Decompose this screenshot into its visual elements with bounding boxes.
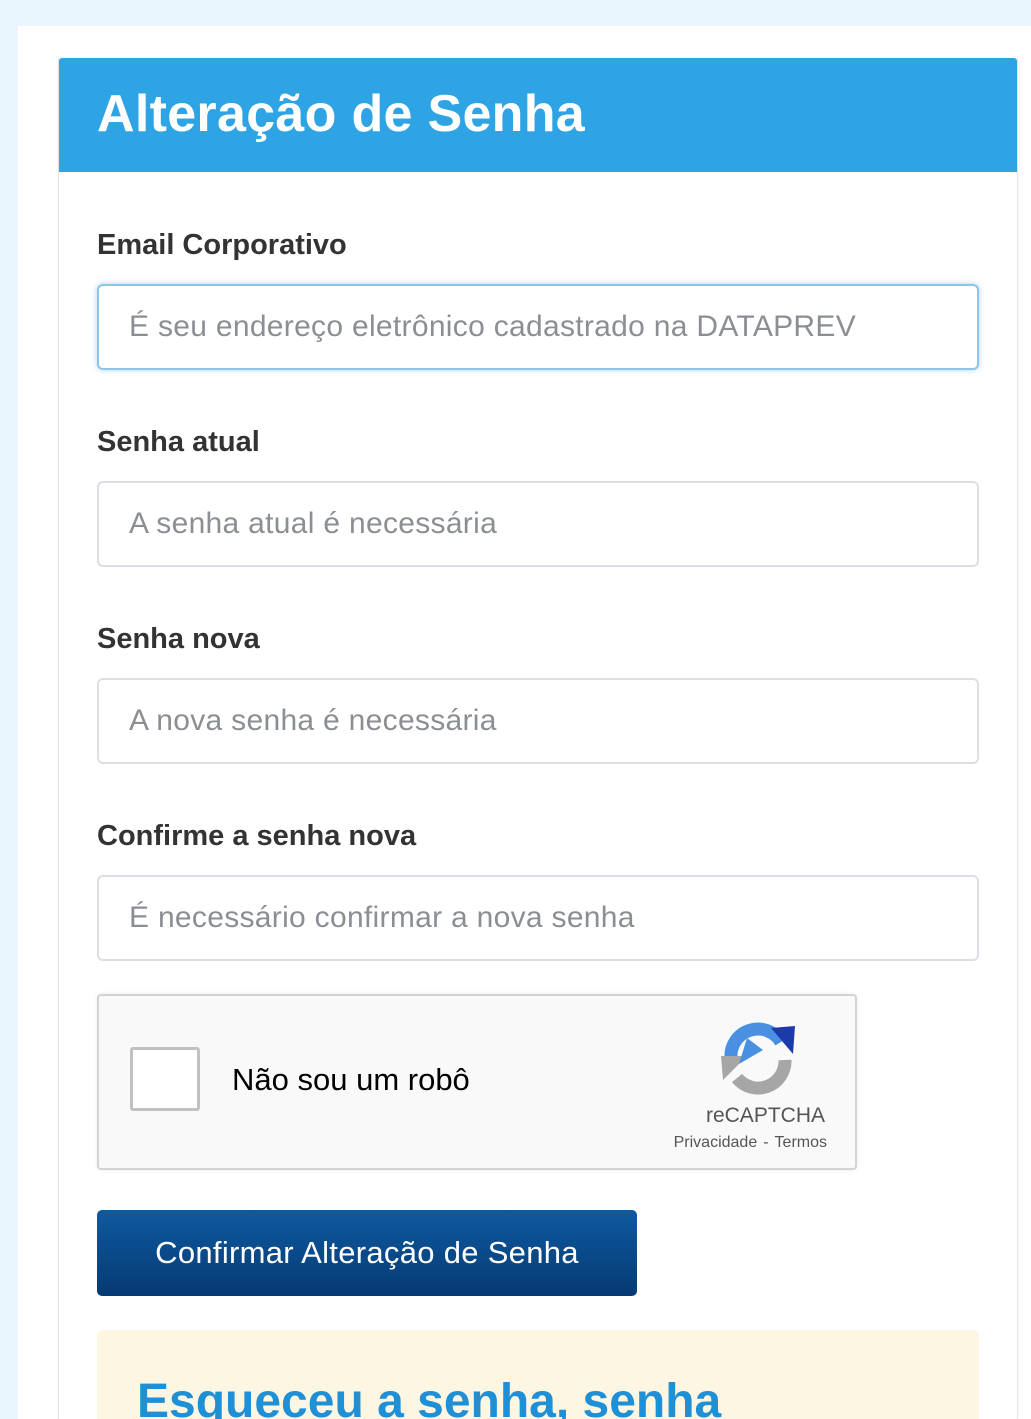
terms-link[interactable]: Termos xyxy=(775,1134,827,1151)
confirm-password-change-button[interactable]: Confirmar Alteração de Senha xyxy=(97,1210,637,1296)
new-password-field[interactable] xyxy=(97,678,979,764)
forgot-password-panel: Esqueceu a senha, senha xyxy=(97,1330,979,1419)
new-password-label: Senha nova xyxy=(97,623,260,655)
forgot-password-title[interactable]: Esqueceu a senha, senha xyxy=(137,1374,721,1419)
confirm-password-label: Confirme a senha nova xyxy=(97,820,417,852)
password-change-card: Alteração de Senha Email Corporativo Sen… xyxy=(58,58,1018,1419)
email-field-label: Email Corporativo xyxy=(97,229,347,261)
privacy-link[interactable]: Privacidade xyxy=(674,1134,758,1151)
current-password-label: Senha atual xyxy=(97,426,260,458)
confirm-password-field[interactable] xyxy=(97,875,979,961)
current-password-field[interactable] xyxy=(97,481,979,567)
recaptcha-links: Privacidade - Termos xyxy=(674,1134,827,1152)
recaptcha-links-separator: - xyxy=(763,1134,769,1151)
email-field[interactable] xyxy=(97,284,979,370)
recaptcha-logo-icon xyxy=(721,1022,795,1095)
recaptcha-label: Não sou um robô xyxy=(232,1062,470,1097)
card-header: Alteração de Senha xyxy=(59,58,1017,172)
recaptcha-widget: Não sou um robô reCAPTCHA Privacidade - Te… xyxy=(97,994,857,1170)
recaptcha-checkbox[interactable] xyxy=(130,1047,200,1111)
recaptcha-brand: reCAPTCHA xyxy=(705,1104,825,1127)
page-title: Alteração de Senha xyxy=(97,85,586,143)
